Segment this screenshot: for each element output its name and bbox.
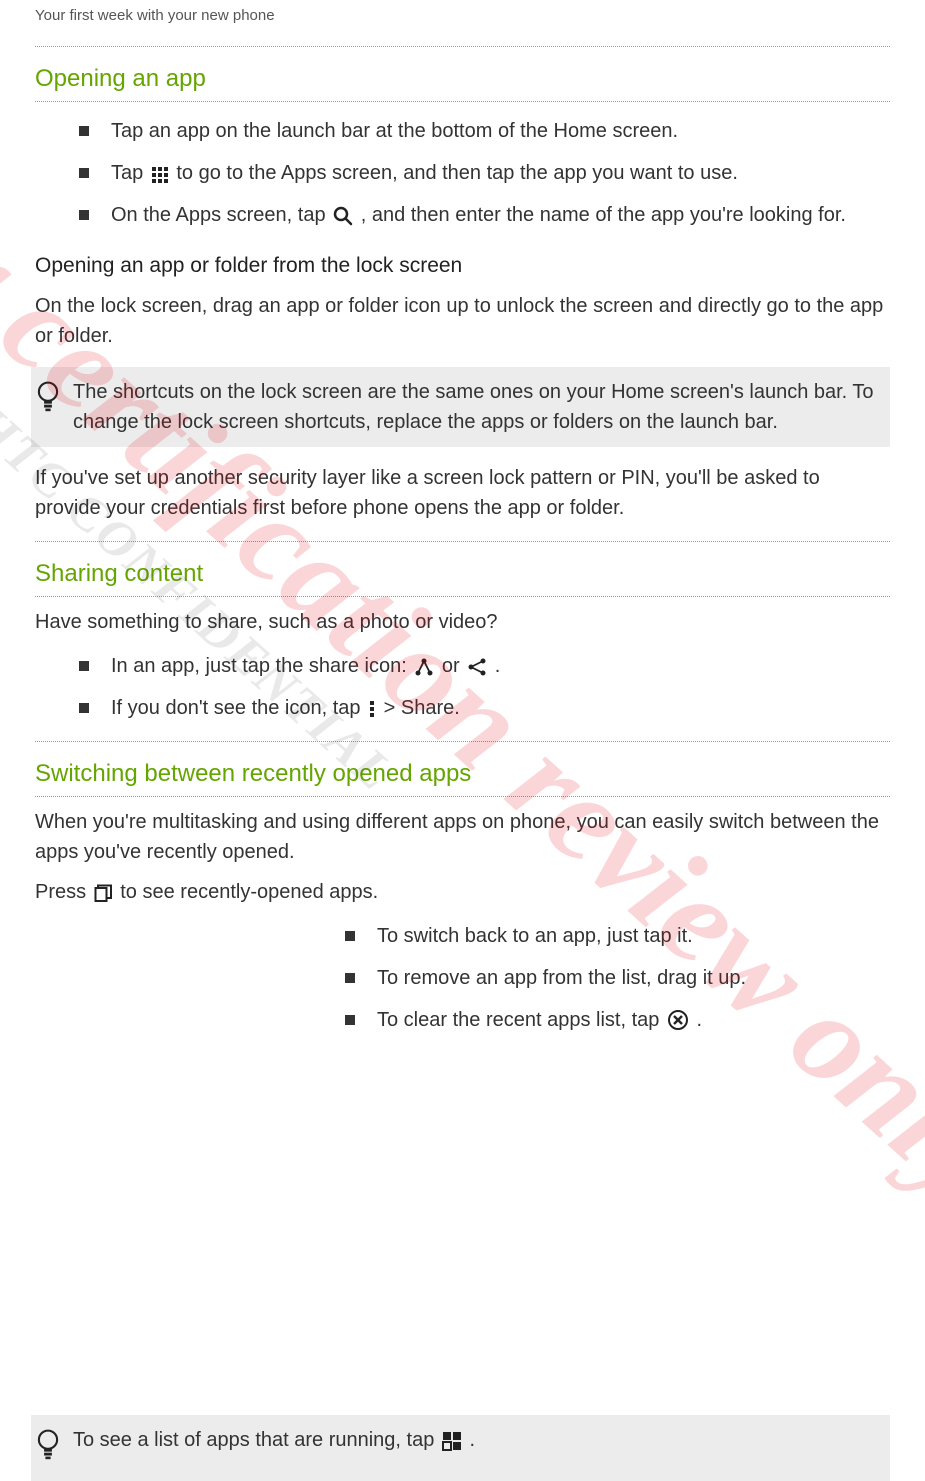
running-apps-icon: [442, 1431, 462, 1451]
text-part: To clear the recent apps list, tap: [377, 1009, 665, 1031]
section-heading: Sharing content: [35, 556, 890, 592]
paragraph: On the lock screen, drag an app or folde…: [35, 291, 890, 351]
paragraph: Press to see recently-opened apps.: [35, 877, 890, 907]
section-heading: Opening an app: [35, 61, 890, 97]
list-item: Tap to go to the Apps screen, and then t…: [79, 158, 890, 188]
bullet-text: On the Apps screen, tap , and then enter…: [111, 200, 890, 230]
tip-box: The shortcuts on the lock screen are the…: [31, 367, 890, 447]
lightbulb-icon: [35, 380, 61, 423]
close-circle-icon: [667, 1009, 689, 1031]
recent-apps-icon: [94, 884, 113, 903]
bullet-text: Tap an app on the launch bar at the bott…: [111, 116, 890, 146]
list-item: To switch back to an app, just tap it.: [345, 921, 890, 951]
list-item: In an app, just tap the share icon: or .: [79, 651, 890, 681]
text-part: Press: [35, 881, 92, 903]
bullet-marker: [345, 931, 355, 941]
text-part: , and then enter the name of the app you…: [361, 204, 846, 226]
text-part: .: [697, 1009, 703, 1031]
list-item: If you don't see the icon, tap > Share.: [79, 693, 890, 723]
section-switching-apps: Switching between recently opened apps W…: [35, 741, 890, 1481]
list-item: Tap an app on the launch bar at the bott…: [79, 116, 890, 146]
separator: [35, 741, 890, 742]
text-part: to see recently-opened apps.: [120, 881, 378, 903]
share-nodes-icon: [414, 657, 434, 677]
text-part: to go to the Apps screen, and then tap t…: [176, 162, 738, 184]
bullet-list: Tap an app on the launch bar at the bott…: [79, 116, 890, 230]
paragraph: Have something to share, such as a photo…: [35, 607, 890, 637]
bullet-list: In an app, just tap the share icon: or .…: [79, 651, 890, 723]
text-part: .: [469, 1429, 475, 1451]
bullet-text: To remove an app from the list, drag it …: [377, 963, 890, 993]
section-sharing-content: Sharing content Have something to share,…: [35, 541, 890, 723]
list-item: To remove an app from the list, drag it …: [345, 963, 890, 993]
text-part: or: [442, 655, 465, 677]
sub-heading: Opening an app or folder from the lock s…: [35, 250, 890, 282]
bullet-text: If you don't see the icon, tap > Share.: [111, 693, 890, 723]
separator: [35, 541, 890, 542]
bullet-text: To clear the recent apps list, tap .: [377, 1005, 890, 1035]
text-part: To see a list of apps that are running, …: [73, 1429, 440, 1451]
bullet-list: To switch back to an app, just tap it. T…: [345, 921, 890, 1035]
tip-text: To see a list of apps that are running, …: [73, 1425, 876, 1455]
text-part: Share: [401, 697, 454, 719]
paragraph: When you're multitasking and using diffe…: [35, 807, 890, 867]
bullet-text: To switch back to an app, just tap it.: [377, 921, 890, 951]
text-part: If you don't see the icon, tap: [111, 697, 366, 719]
bullet-marker: [79, 703, 89, 713]
separator: [35, 796, 890, 797]
apps-grid-icon: [151, 166, 169, 184]
text-part: >: [384, 697, 401, 719]
bullet-marker: [79, 126, 89, 136]
paragraph: If you've set up another security layer …: [35, 463, 890, 523]
separator: [35, 46, 890, 47]
overflow-icon: [368, 699, 376, 719]
tip-box: To see a list of apps that are running, …: [31, 1415, 890, 1481]
page-header: Your first week with your new phone: [35, 0, 890, 28]
bullet-marker: [345, 973, 355, 983]
section-opening-an-app: Opening an app Tap an app on the launch …: [35, 46, 890, 524]
text-part: Tap: [111, 162, 149, 184]
right-bullet-group: To switch back to an app, just tap it. T…: [35, 921, 890, 1035]
text-part: On the Apps screen, tap: [111, 204, 331, 226]
bullet-marker: [79, 168, 89, 178]
list-item: On the Apps screen, tap , and then enter…: [79, 200, 890, 230]
lightbulb-icon: [35, 1428, 61, 1471]
text-part: In an app, just tap the share icon:: [111, 655, 412, 677]
bullet-marker: [79, 210, 89, 220]
bullet-text: Tap to go to the Apps screen, and then t…: [111, 158, 890, 188]
bullet-marker: [79, 661, 89, 671]
separator: [35, 101, 890, 102]
list-item: To clear the recent apps list, tap .: [345, 1005, 890, 1035]
tip-text: The shortcuts on the lock screen are the…: [73, 377, 876, 437]
magnifier-icon: [333, 206, 353, 226]
bullet-marker: [345, 1015, 355, 1025]
section-heading: Switching between recently opened apps: [35, 756, 890, 792]
text-part: .: [495, 655, 501, 677]
separator: [35, 596, 890, 597]
text-part: .: [454, 697, 460, 719]
share-arrow-icon: [467, 657, 487, 677]
bullet-text: In an app, just tap the share icon: or .: [111, 651, 890, 681]
